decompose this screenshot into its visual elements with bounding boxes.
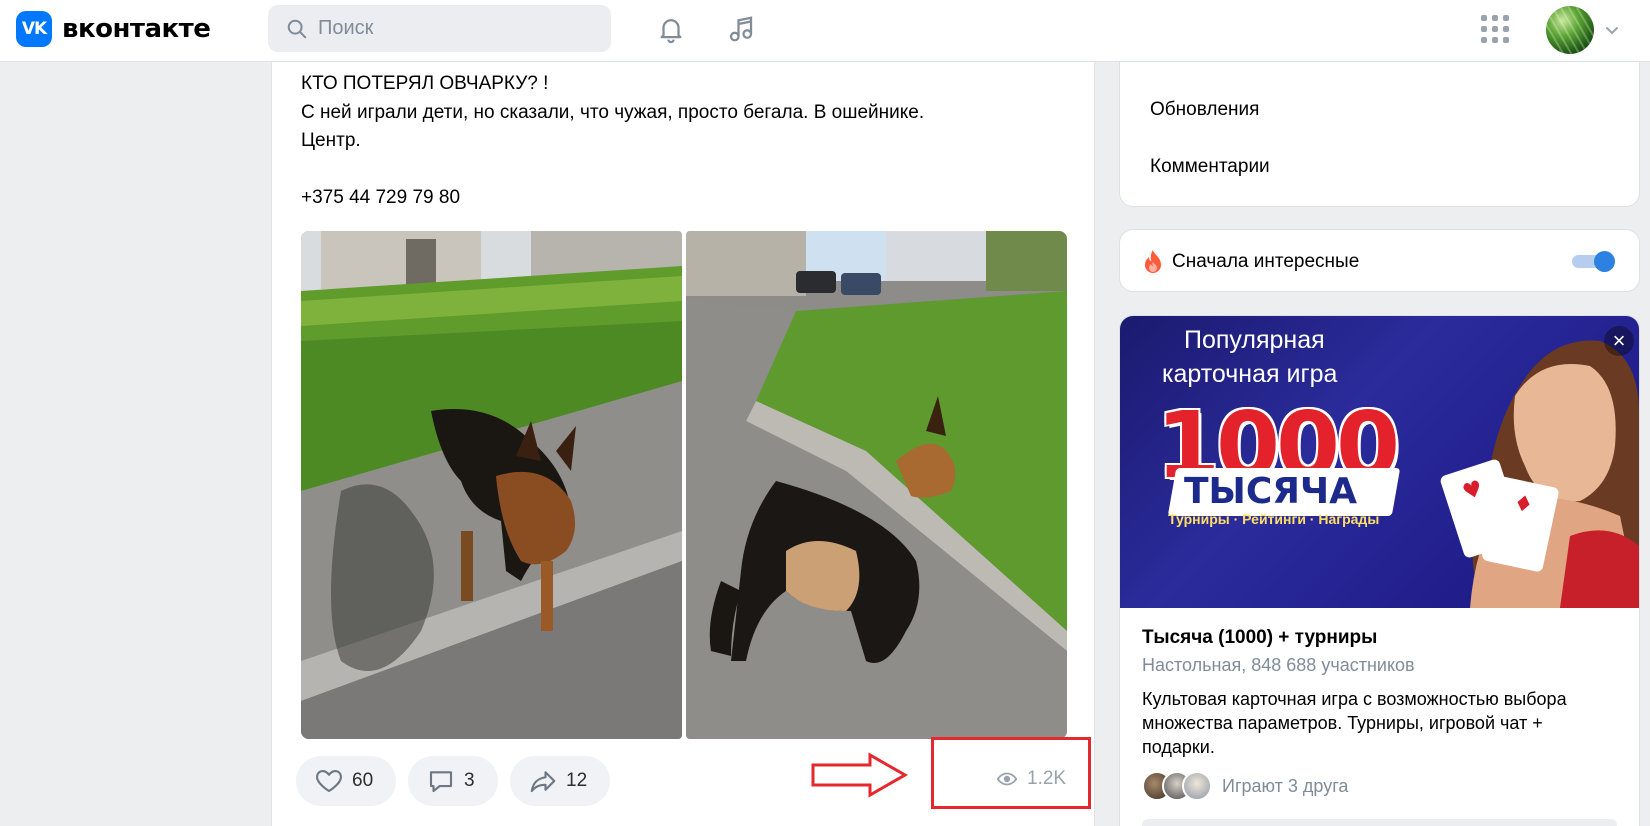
avatar[interactable] xyxy=(1546,6,1594,54)
music-icon xyxy=(729,16,753,42)
logo-text: вконтакте xyxy=(62,14,211,44)
post-photo-1[interactable] xyxy=(301,231,682,739)
ad-description-line: множества параметров. Турниры, игровой ч… xyxy=(1142,713,1543,733)
close-icon[interactable]: × xyxy=(1604,326,1634,356)
post-text-line: Центр. xyxy=(301,130,361,151)
woman-portrait-image: ♥ ♦ xyxy=(1440,340,1639,608)
post-card: КТО ПОТЕРЯЛ ОВЧАРКУ? ! С ней играли дети… xyxy=(271,62,1095,826)
ad-action-button[interactable] xyxy=(1142,819,1617,826)
ad-banner-tags: Турниры · Рейтинги · Награды xyxy=(1168,511,1380,527)
post-text-line: С ней играли дети, но сказали, что чужая… xyxy=(301,101,925,123)
post-text: КТО ПОТЕРЯЛ ОВЧАРКУ? ! С ней играли дети… xyxy=(301,70,924,213)
heart-icon xyxy=(316,769,342,793)
flame-icon xyxy=(1145,250,1161,273)
post-text-line: КТО ПОТЕРЯЛ ОВЧАРКУ? ! xyxy=(301,73,549,94)
music-button[interactable] xyxy=(724,12,758,46)
sort-label: Сначала интересные xyxy=(1172,251,1360,272)
ad-description-line: подарки. xyxy=(1142,737,1215,757)
ad-banner-line1: Популярная xyxy=(1184,326,1325,354)
friends-playing: Играют 3 друга xyxy=(1142,771,1348,801)
menu-item-updates[interactable]: Обновления xyxy=(1150,99,1259,121)
comment-icon xyxy=(429,771,453,793)
search-box[interactable] xyxy=(268,5,611,52)
sort-toggle-switch[interactable] xyxy=(1572,251,1616,272)
likes-count: 60 xyxy=(352,770,374,791)
views-highlight-box xyxy=(931,737,1091,809)
chevron-down-icon[interactable] xyxy=(1604,22,1620,38)
dog-photo-image xyxy=(301,231,682,739)
search-icon xyxy=(287,19,307,38)
apps-grid-icon[interactable] xyxy=(1481,15,1509,43)
ad-description: Культовая карточная игра с возможностью … xyxy=(1142,687,1612,759)
avatar xyxy=(1182,771,1212,801)
post-photo-2[interactable] xyxy=(686,231,1067,739)
ad-title[interactable]: Тысяча (1000) + турниры xyxy=(1142,627,1377,649)
ad-banner-word: ТЫСЯЧА xyxy=(1184,471,1357,512)
bell-icon xyxy=(660,19,682,44)
menu-item-comments[interactable]: Комментарии xyxy=(1150,156,1270,178)
comments-count: 3 xyxy=(464,770,475,791)
share-icon xyxy=(530,771,556,793)
feed-filter-menu: Обновления Комментарии xyxy=(1119,62,1640,207)
search-input[interactable] xyxy=(318,17,578,40)
comment-button[interactable]: 3 xyxy=(408,756,498,806)
dog-photo-image xyxy=(686,231,1067,739)
sort-toggle-card[interactable]: Сначала интересные xyxy=(1119,229,1640,292)
post-phone-number[interactable]: +375 44 729 79 80 xyxy=(301,184,924,213)
notifications-button[interactable] xyxy=(654,12,688,46)
vk-logo-icon: VK xyxy=(16,11,52,47)
like-button[interactable]: 60 xyxy=(296,756,396,806)
ad-banner-image[interactable]: ♥ ♦ Популярная карточная игра 1000 ТЫСЯЧ… xyxy=(1120,316,1639,608)
top-header: VK вконтакте xyxy=(0,0,1650,62)
ad-banner-line2: карточная игра xyxy=(1162,360,1338,388)
vk-logo[interactable]: VK вконтакте xyxy=(16,11,211,47)
post-text-line xyxy=(301,156,924,185)
share-button[interactable]: 12 xyxy=(510,756,610,806)
ad-card[interactable]: ♥ ♦ Популярная карточная игра 1000 ТЫСЯЧ… xyxy=(1119,315,1640,826)
friends-text: Играют 3 друга xyxy=(1222,775,1349,796)
ad-meta: Настольная, 848 688 участников xyxy=(1142,655,1415,675)
ad-description-line: Культовая карточная игра с возможностью … xyxy=(1142,689,1567,709)
shares-count: 12 xyxy=(566,770,588,791)
red-arrow-annotation xyxy=(811,752,909,798)
